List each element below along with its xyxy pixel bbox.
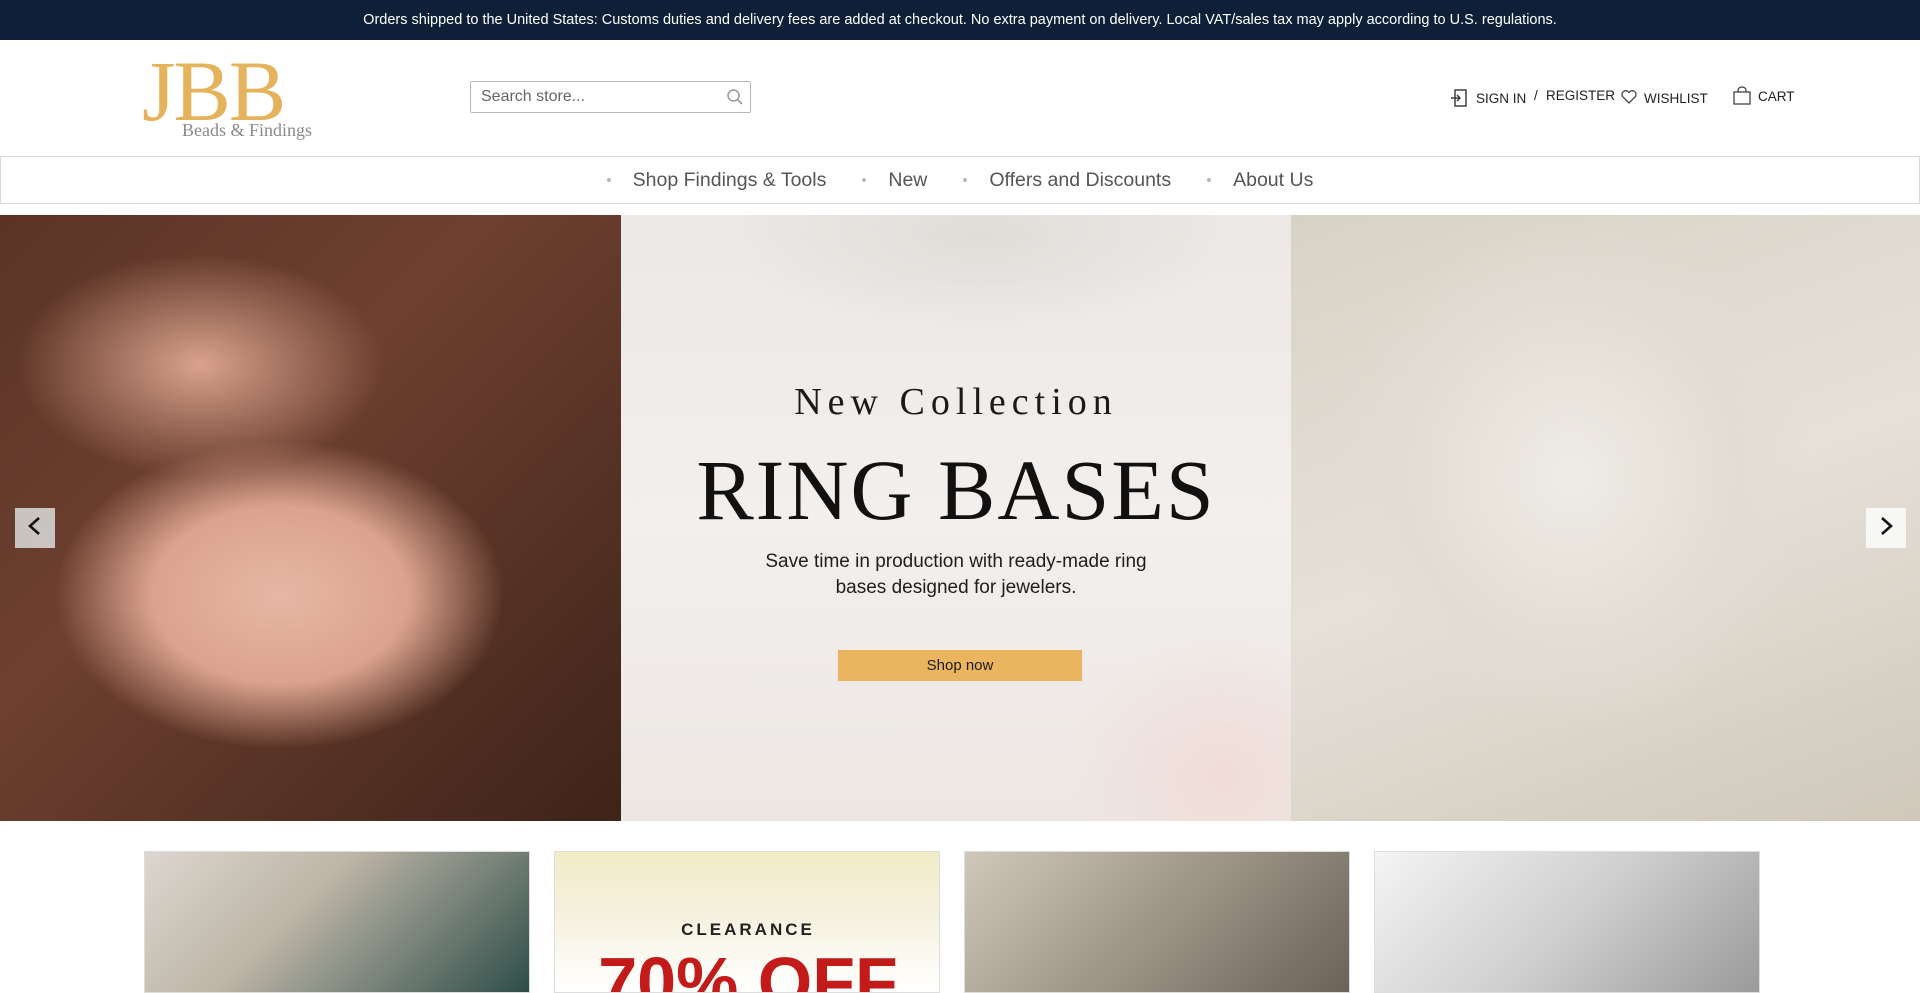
wishlist-link[interactable]: WISHLIST xyxy=(1620,88,1708,108)
search-input[interactable] xyxy=(471,82,716,112)
nav-bullet xyxy=(1207,178,1212,182)
account-separator: / xyxy=(1534,88,1538,103)
hero-subtitle: New Collection xyxy=(794,381,1118,423)
wishlist-label: WISHLIST xyxy=(1644,90,1708,106)
nav-bullet xyxy=(963,178,968,182)
hero-slider: New Collection RING BASES Save time in p… xyxy=(0,215,1920,821)
brand-logo[interactable]: JBB Beads & Findings xyxy=(142,48,318,146)
main-nav: Shop Findings & Tools New Offers and Dis… xyxy=(0,156,1920,204)
hero-image-right xyxy=(1291,215,1920,821)
hero-banner-panel: New Collection RING BASES Save time in p… xyxy=(621,215,1291,821)
search-box xyxy=(470,81,751,113)
site-header: JBB Beads & Findings SIGN IN / REGISTER … xyxy=(0,40,1920,156)
promo-tile-3[interactable] xyxy=(964,851,1350,993)
chevron-right-icon xyxy=(1875,515,1897,542)
account-links: SIGN IN / REGISTER WISHLIST CART xyxy=(1450,84,1920,114)
clearance-label: CLEARANCE xyxy=(681,920,815,939)
nav-item-about-us[interactable]: About Us xyxy=(1207,169,1313,192)
nav-item-label: Offers and Discounts xyxy=(989,168,1172,191)
nav-item-label: Shop Findings & Tools xyxy=(632,168,827,191)
promo-tile-clearance[interactable]: CLEARANCE 70% OFF xyxy=(554,851,940,993)
register-link[interactable]: REGISTER xyxy=(1546,88,1615,103)
heart-icon xyxy=(1620,88,1638,108)
hero-description: Save time in production with ready-made … xyxy=(765,551,1147,598)
logo-subtitle: Beads & Findings xyxy=(182,120,313,140)
slider-prev-button[interactable] xyxy=(15,508,55,548)
nav-item-label: New xyxy=(888,168,928,191)
sign-in-label: SIGN IN xyxy=(1476,90,1527,106)
clearance-value: 70% OFF xyxy=(598,943,898,993)
nav-item-new[interactable]: New xyxy=(862,169,927,192)
search-icon[interactable] xyxy=(726,88,744,106)
shipping-notice-text: Orders shipped to the United States: Cus… xyxy=(363,12,1557,28)
nav-bullet xyxy=(606,178,611,182)
cart-label: CART xyxy=(1758,88,1795,104)
hero-image-left xyxy=(0,215,621,821)
slider-next-button[interactable] xyxy=(1866,508,1906,548)
hero-title: RING BASES xyxy=(696,442,1216,538)
nav-item-offers[interactable]: Offers and Discounts xyxy=(963,169,1171,192)
nav-item-label: About Us xyxy=(1233,168,1314,191)
promo-tile-1[interactable] xyxy=(144,851,530,993)
nav-bullet xyxy=(862,178,867,182)
shop-now-button[interactable]: Shop now xyxy=(838,650,1082,681)
shipping-notice-bar: Orders shipped to the United States: Cus… xyxy=(0,0,1920,40)
sign-in-link[interactable]: SIGN IN xyxy=(1450,88,1526,108)
nav-item-shop-findings-tools[interactable]: Shop Findings & Tools xyxy=(606,168,827,192)
cart-link[interactable]: CART xyxy=(1732,86,1795,106)
promo-tile-4[interactable] xyxy=(1374,851,1760,993)
shopping-bag-icon xyxy=(1732,86,1752,106)
sign-in-icon xyxy=(1450,88,1470,108)
chevron-left-icon xyxy=(24,515,46,542)
